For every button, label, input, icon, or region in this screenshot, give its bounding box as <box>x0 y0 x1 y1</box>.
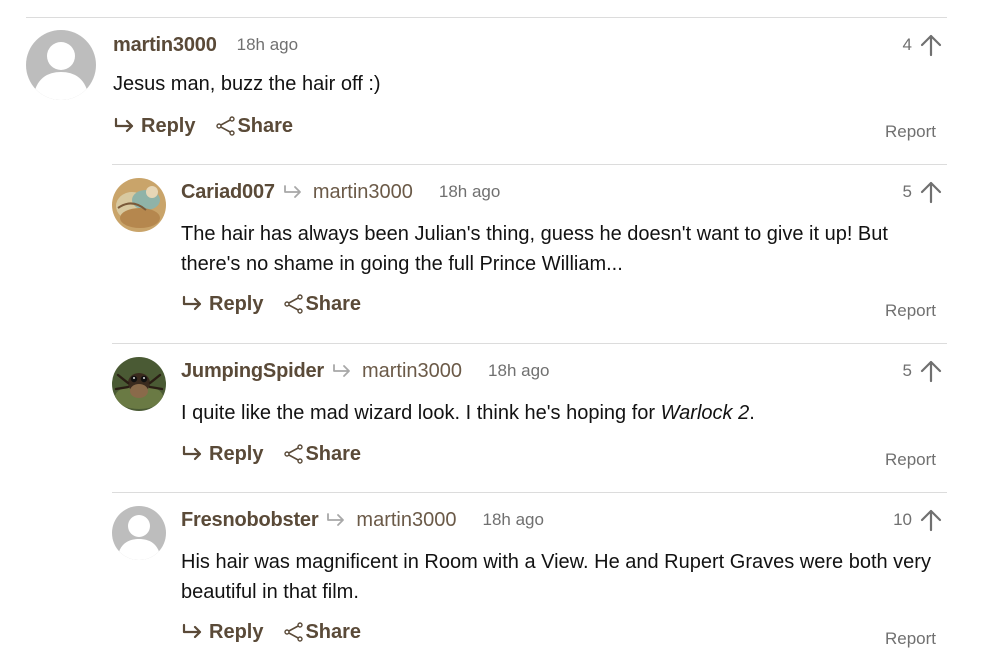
photo-avatar-icon <box>112 178 166 232</box>
comment-body: His hair was magnificent in Room with a … <box>181 551 931 603</box>
divider <box>26 17 947 18</box>
comment-body: Jesus man, buzz the hair off :) <box>113 73 381 95</box>
avatar[interactable] <box>112 357 166 411</box>
reply-to-arrow-icon <box>326 512 346 528</box>
comment-body: The hair has always been Julian's thing,… <box>181 223 888 275</box>
share-icon <box>284 444 304 464</box>
vote-count: 10 <box>893 510 912 529</box>
comment-body-text: I quite like the mad wizard look. I thin… <box>181 402 661 424</box>
reply-arrow-icon <box>182 295 202 311</box>
comment-meta: Cariad007 martin3000 18h ago <box>181 177 500 207</box>
timestamp[interactable]: 18h ago <box>439 182 500 202</box>
vote-count: 4 <box>902 35 912 54</box>
share-icon <box>284 294 304 314</box>
share-button[interactable]: Share <box>283 293 361 316</box>
comment-actions: Reply Share <box>181 440 361 468</box>
reply-arrow-icon <box>182 445 202 461</box>
comment: JumpingSpider martin3000 18h ago 5 I qui… <box>181 356 942 476</box>
divider <box>112 492 947 493</box>
comment-body-italic: Warlock 2 <box>660 402 750 424</box>
reply-arrow-icon <box>182 623 202 639</box>
timestamp[interactable]: 18h ago <box>488 361 549 381</box>
comment-actions: Reply Share <box>113 112 293 140</box>
reply-label: Reply <box>209 292 264 315</box>
report-link[interactable]: Report <box>885 629 936 649</box>
reply-to-arrow-icon <box>332 363 352 379</box>
avatar[interactable] <box>112 506 166 560</box>
share-button[interactable]: Share <box>283 621 361 644</box>
reply-to-arrow-icon <box>283 184 303 200</box>
reply-to-username[interactable]: martin3000 <box>313 181 413 204</box>
reply-label: Reply <box>209 442 264 465</box>
divider <box>112 343 947 344</box>
comment: martin3000 18h ago 4 Jesus man, buzz the… <box>113 30 942 150</box>
comment-meta: martin3000 18h ago <box>113 30 298 60</box>
comment-actions: Reply Share <box>181 618 361 646</box>
default-avatar-icon <box>112 506 166 560</box>
share-icon <box>284 622 304 642</box>
upvote-arrow-icon[interactable] <box>920 33 942 57</box>
username[interactable]: martin3000 <box>113 34 217 57</box>
comment-body: I quite like the mad wizard look. I thin… <box>181 398 942 428</box>
upvote-arrow-icon[interactable] <box>920 359 942 383</box>
comment-meta: Fresnobobster martin3000 18h ago <box>181 505 544 535</box>
vote-area: 5 <box>903 356 942 386</box>
reply-button[interactable]: Reply <box>181 443 263 466</box>
timestamp[interactable]: 18h ago <box>482 510 543 530</box>
divider <box>112 164 947 165</box>
comment-meta: JumpingSpider martin3000 18h ago <box>181 356 549 386</box>
vote-count: 5 <box>902 182 912 201</box>
share-label: Share <box>305 292 362 315</box>
share-label: Share <box>237 114 294 137</box>
username[interactable]: Cariad007 <box>181 181 275 204</box>
vote-count: 5 <box>902 361 912 380</box>
spider-photo-avatar-icon <box>112 357 166 411</box>
upvote-arrow-icon[interactable] <box>920 508 942 532</box>
vote-area: 4 <box>903 30 942 60</box>
comment-body-end: . <box>749 402 755 424</box>
report-link[interactable]: Report <box>885 301 936 321</box>
reply-button[interactable]: Reply <box>181 621 263 644</box>
share-label: Share <box>305 442 362 465</box>
vote-area: 5 <box>903 177 942 207</box>
reply-label: Reply <box>209 620 264 643</box>
default-avatar-icon <box>26 30 96 100</box>
report-link[interactable]: Report <box>885 450 936 470</box>
comment: Cariad007 martin3000 18h ago 5 The hair … <box>181 177 942 327</box>
reply-button[interactable]: Reply <box>181 293 263 316</box>
reply-button[interactable]: Reply <box>113 115 195 138</box>
vote-area: 10 <box>893 505 942 535</box>
share-label: Share <box>305 620 362 643</box>
reply-to-username[interactable]: martin3000 <box>356 509 456 532</box>
timestamp[interactable]: 18h ago <box>237 35 298 55</box>
report-link[interactable]: Report <box>885 122 936 142</box>
username[interactable]: Fresnobobster <box>181 509 319 532</box>
share-button[interactable]: Share <box>283 443 361 466</box>
reply-arrow-icon <box>114 117 134 133</box>
comment-actions: Reply Share <box>181 290 361 318</box>
comment-thread: martin3000 18h ago 4 Jesus man, buzz the… <box>0 0 1000 666</box>
comment: Fresnobobster martin3000 18h ago 10 His … <box>181 505 942 655</box>
reply-label: Reply <box>141 114 196 137</box>
avatar[interactable] <box>112 178 166 232</box>
upvote-arrow-icon[interactable] <box>920 180 942 204</box>
reply-to-username[interactable]: martin3000 <box>362 360 462 383</box>
share-button[interactable]: Share <box>215 115 293 138</box>
share-icon <box>216 116 236 136</box>
avatar[interactable] <box>26 30 96 100</box>
username[interactable]: JumpingSpider <box>181 360 324 383</box>
